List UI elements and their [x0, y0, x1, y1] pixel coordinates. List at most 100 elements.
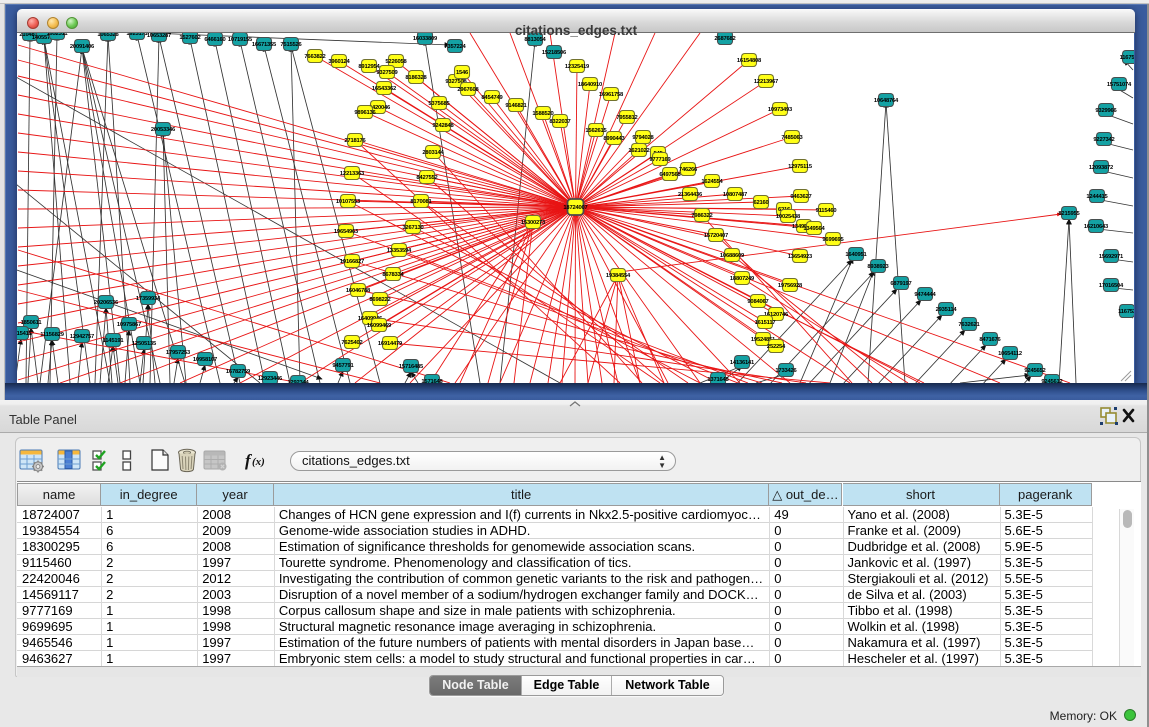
svg-text:1624554: 1624554 [701, 179, 723, 185]
svg-text:7515526: 7515526 [280, 42, 302, 48]
svg-text:18640910: 18640910 [578, 82, 602, 88]
svg-text:1621022: 1621022 [628, 148, 649, 154]
svg-text:8938923: 8938923 [867, 264, 889, 270]
svg-text:9463627: 9463627 [790, 194, 811, 200]
svg-text:16154808: 16154808 [737, 58, 762, 64]
svg-text:9777169: 9777169 [649, 157, 671, 163]
svg-text:3267130: 3267130 [402, 225, 423, 231]
svg-text:1615117: 1615117 [755, 320, 776, 326]
svg-text:20091406: 20091406 [70, 44, 95, 50]
svg-text:8698222: 8698222 [369, 297, 390, 303]
svg-text:9115460: 9115460 [816, 208, 837, 214]
svg-text:5226058: 5226058 [385, 59, 407, 65]
svg-text:1640951: 1640951 [845, 252, 867, 258]
svg-text:10025438: 10025438 [776, 214, 801, 220]
svg-text:9084067: 9084067 [747, 299, 768, 305]
svg-text:1850611: 1850611 [21, 320, 43, 326]
svg-text:8990443: 8990443 [603, 136, 625, 142]
svg-text:(x): (x) [252, 456, 265, 468]
svg-text:14136141: 14136141 [730, 360, 755, 366]
svg-text:20053346: 20053346 [151, 127, 176, 133]
svg-text:15300273: 15300273 [521, 220, 546, 226]
svg-text:17359934: 17359934 [136, 296, 161, 302]
svg-text:1733426: 1733426 [775, 368, 797, 374]
svg-text:20206536: 20206536 [94, 300, 119, 306]
svg-text:2935114: 2935114 [936, 307, 958, 313]
svg-text:7663822: 7663822 [304, 54, 325, 60]
svg-text:7485063: 7485063 [781, 135, 803, 141]
svg-text:9245652: 9245652 [1024, 368, 1045, 374]
svg-text:8454749: 8454749 [481, 95, 503, 101]
svg-text:1588520: 1588520 [532, 111, 553, 117]
svg-text:15716485: 15716485 [399, 364, 424, 370]
svg-text:7632621: 7632621 [958, 322, 980, 328]
svg-text:19166827: 19166827 [340, 259, 364, 265]
svg-text:1145191: 1145191 [103, 338, 125, 344]
svg-text:12325419: 12325419 [565, 64, 590, 70]
svg-text:10973493: 10973493 [768, 107, 793, 113]
svg-text:12975115: 12975115 [788, 164, 813, 170]
svg-text:10975867: 10975867 [117, 322, 141, 328]
svg-text:12213363: 12213363 [340, 171, 365, 177]
svg-text:2718176: 2718176 [344, 138, 366, 144]
svg-text:9242848: 9242848 [432, 123, 454, 129]
svg-text:10654112: 10654112 [998, 351, 1022, 357]
svg-text:17957253: 17957253 [166, 350, 191, 356]
svg-text:16046788: 16046788 [346, 288, 371, 294]
svg-text:11156829: 11156829 [40, 332, 65, 338]
svg-text:3960124: 3960124 [328, 59, 350, 65]
svg-text:1546: 1546 [456, 70, 469, 76]
svg-text:6879197: 6879197 [890, 281, 911, 287]
svg-text:5375685: 5375685 [428, 101, 450, 107]
svg-text:1244415: 1244415 [1086, 194, 1108, 200]
svg-text:9457791: 9457791 [332, 363, 354, 369]
svg-text:9474444: 9474444 [914, 292, 936, 298]
svg-text:10807487: 10807487 [723, 192, 747, 198]
svg-text:21364436: 21364436 [678, 192, 703, 198]
svg-text:8215955: 8215955 [1058, 211, 1080, 217]
svg-text:746266: 746266 [679, 167, 698, 173]
svg-text:12923446: 12923446 [258, 376, 283, 382]
svg-text:252254: 252254 [767, 344, 786, 350]
svg-text:8427552: 8427552 [416, 175, 437, 181]
svg-text:15692971: 15692971 [1099, 254, 1124, 260]
svg-text:15751074: 15751074 [1107, 82, 1132, 88]
svg-text:8322037: 8322037 [549, 119, 570, 125]
svg-text:16782759: 16782759 [226, 369, 251, 375]
svg-text:8678334: 8678334 [382, 272, 404, 278]
svg-text:10648764: 10648764 [874, 98, 899, 104]
svg-text:12942757: 12942757 [70, 334, 94, 340]
svg-text:15720407: 15720407 [704, 233, 728, 239]
svg-text:9699695: 9699695 [822, 237, 844, 243]
svg-text:8170081: 8170081 [410, 199, 432, 205]
svg-text:16671355: 16671355 [252, 42, 277, 48]
svg-text:7625402: 7625402 [341, 340, 362, 346]
svg-text:18807249: 18807249 [730, 276, 755, 282]
svg-text:2967608: 2967608 [457, 87, 479, 93]
svg-text:6497568: 6497568 [659, 172, 681, 178]
svg-text:10958107: 10958107 [193, 357, 217, 363]
svg-text:7955812: 7955812 [616, 115, 637, 121]
svg-text:8471676: 8471676 [979, 337, 1001, 343]
svg-text:9327509: 9327509 [376, 70, 398, 76]
svg-text:9896136: 9896136 [354, 110, 376, 116]
svg-text:9227342: 9227342 [1093, 137, 1114, 143]
svg-text:12213967: 12213967 [754, 79, 778, 85]
svg-text:16543362: 16543362 [372, 86, 396, 92]
svg-text:17016504: 17016504 [1099, 283, 1124, 289]
svg-text:10107553: 10107553 [336, 199, 361, 205]
svg-text:15218506: 15218506 [542, 50, 567, 56]
svg-text:9794028: 9794028 [632, 135, 654, 141]
svg-text:19654963: 19654963 [334, 229, 359, 235]
svg-text:62160: 62160 [753, 200, 768, 206]
svg-text:1349564: 1349564 [803, 226, 825, 232]
svg-text:7986322: 7986322 [691, 213, 712, 219]
svg-text:116753: 116753 [1118, 309, 1134, 315]
svg-text:16914479: 16914479 [378, 341, 403, 347]
svg-text:2803144: 2803144 [422, 150, 444, 156]
svg-text:19384554: 19384554 [606, 273, 631, 279]
svg-text:12093872: 12093872 [1089, 165, 1113, 171]
svg-text:1562615: 1562615 [585, 128, 607, 134]
svg-text:13353594: 13353594 [387, 248, 412, 254]
svg-text:16099469: 16099469 [367, 323, 392, 329]
